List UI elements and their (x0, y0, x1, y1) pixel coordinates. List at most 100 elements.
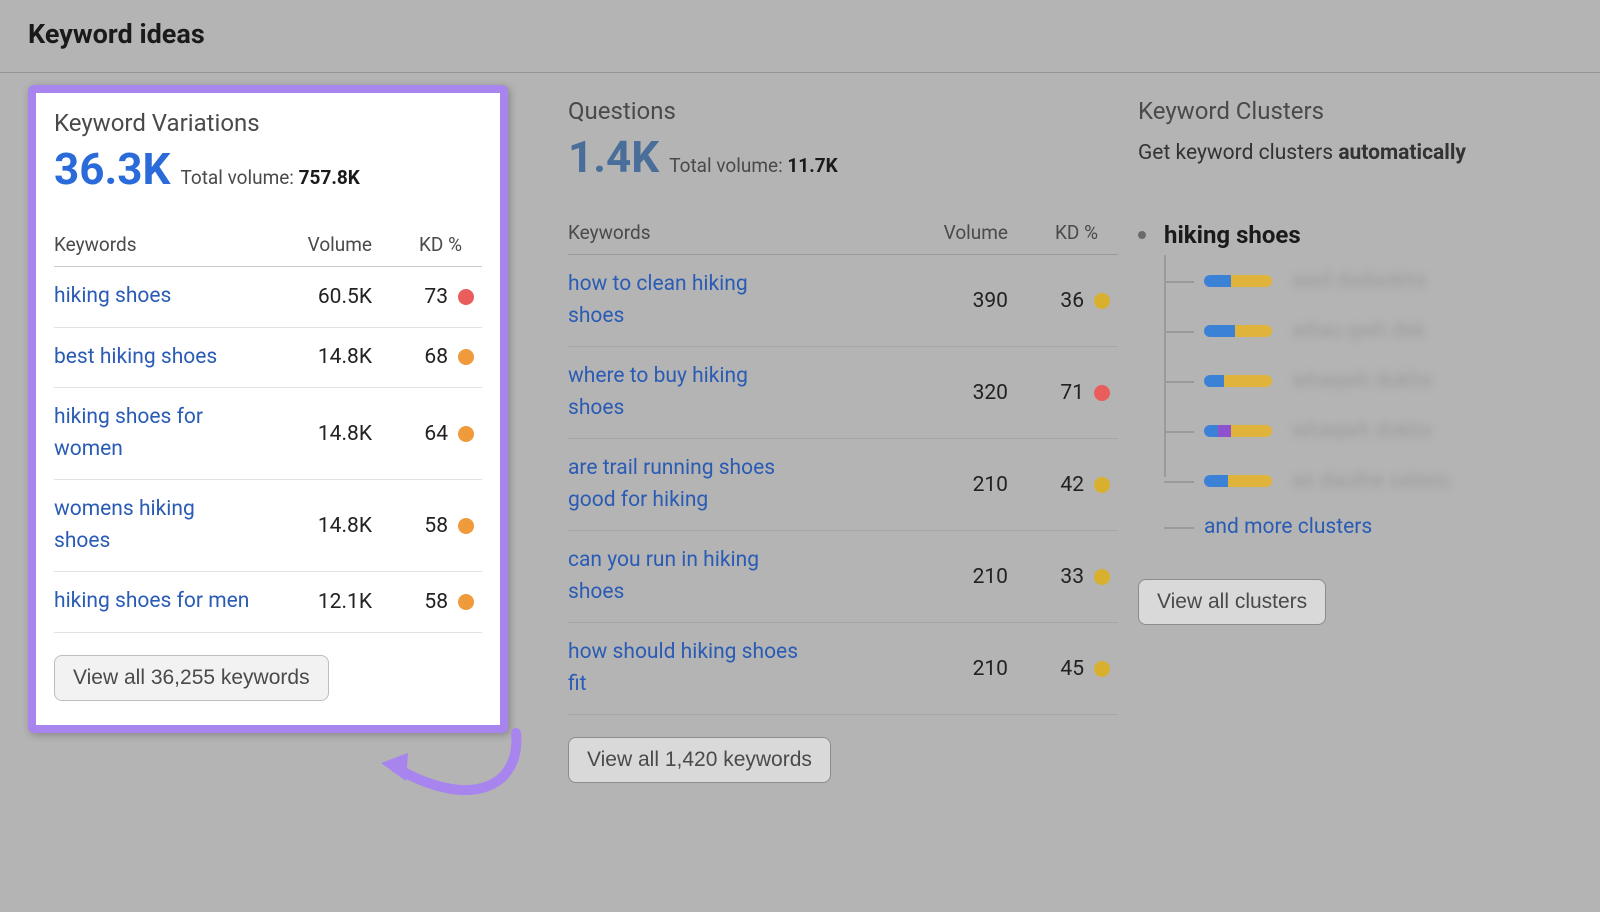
kd-value: 58 (372, 514, 482, 538)
keyword-variations-panel: Keyword Variations 36.3K Total volume: 7… (28, 97, 558, 783)
table-row: are trail running shoes good for hiking 2… (568, 439, 1118, 531)
cluster-label-blurred: as dauthe salass (1292, 469, 1450, 493)
and-more-clusters-link[interactable]: and more clusters (1204, 515, 1562, 539)
cluster-root: hiking shoes (1138, 221, 1562, 249)
cluster-tree: awd dsdsokhs whau qwh dsk whaqwh dokhs whaq… (1138, 269, 1562, 493)
volume-value: 390 (888, 289, 1008, 313)
questions-table-header: Keywords Volume KD % (568, 183, 1118, 255)
cluster-distribution-bar (1204, 275, 1272, 287)
table-row: best hiking shoes14.8K68 (54, 328, 482, 389)
keyword-link[interactable]: where to buy hiking shoes (568, 361, 808, 424)
kd-value: 68 (372, 345, 482, 369)
difficulty-dot-icon (1094, 661, 1110, 677)
kd-value: 45 (1008, 657, 1118, 681)
table-row: how to clean hiking shoes 39036 (568, 255, 1118, 347)
kd-value: 33 (1008, 565, 1118, 589)
cluster-item[interactable]: awd dsdsokhs (1204, 269, 1562, 293)
volume-value: 14.8K (252, 514, 372, 538)
volume-value: 60.5K (252, 285, 372, 309)
keyword-link[interactable]: are trail running shoes good for hiking (568, 453, 808, 516)
kd-value: 71 (1008, 381, 1118, 405)
volume-value: 210 (888, 565, 1008, 589)
col-kd: KD % (372, 233, 482, 256)
difficulty-dot-icon (1094, 477, 1110, 493)
view-all-variations-button[interactable]: View all 36,255 keywords (54, 655, 329, 701)
cluster-item[interactable]: whaqwh dokhs (1204, 419, 1562, 443)
table-row: hiking shoes60.5K73 (54, 267, 482, 328)
variations-table-header: Keywords Volume KD % (54, 195, 482, 267)
volume-value: 14.8K (252, 422, 372, 446)
page-title: Keyword ideas (28, 0, 1572, 72)
total-volume-prefix: Total volume: (669, 154, 782, 177)
clusters-panel: Keyword Clusters Get keyword clusters au… (1128, 97, 1572, 783)
kd-value: 64 (372, 422, 482, 446)
difficulty-dot-icon (458, 349, 474, 365)
col-keywords: Keywords (568, 221, 888, 244)
keyword-link[interactable]: womens hiking shoes (54, 494, 252, 557)
clusters-sub-pre: Get keyword clusters (1138, 141, 1338, 165)
cluster-item[interactable]: whaqwh dokhs (1204, 369, 1562, 393)
col-volume: Volume (888, 221, 1008, 244)
cluster-label-blurred: whaqwh dokhs (1292, 419, 1432, 443)
variations-title: Keyword Variations (54, 109, 482, 137)
cluster-distribution-bar (1204, 375, 1272, 387)
difficulty-dot-icon (458, 518, 474, 534)
cluster-label-blurred: awd dsdsokhs (1292, 269, 1427, 293)
kd-value: 36 (1008, 289, 1118, 313)
cluster-distribution-bar (1204, 475, 1272, 487)
col-keywords: Keywords (54, 233, 252, 256)
col-volume: Volume (252, 233, 372, 256)
kd-value: 73 (372, 285, 482, 309)
cluster-item[interactable]: as dauthe salass (1204, 469, 1562, 493)
volume-value: 12.1K (252, 590, 372, 614)
clusters-sub-bold: automatically (1338, 141, 1466, 165)
variations-rows: hiking shoes60.5K73best hiking shoes14.8… (54, 267, 482, 633)
cluster-label-blurred: whau qwh dsk (1292, 319, 1425, 343)
difficulty-dot-icon (458, 426, 474, 442)
cluster-item[interactable]: whau qwh dsk (1204, 319, 1562, 343)
keyword-link[interactable]: hiking shoes for men (54, 586, 252, 618)
volume-value: 210 (888, 473, 1008, 497)
cluster-distribution-bar (1204, 325, 1272, 337)
volume-value: 14.8K (252, 345, 372, 369)
keyword-link[interactable]: hiking shoes for women (54, 402, 252, 465)
view-all-clusters-button[interactable]: View all clusters (1138, 579, 1326, 625)
questions-total-volume: 11.7K (787, 154, 837, 177)
keyword-link[interactable]: can you run in hiking shoes (568, 545, 808, 608)
kd-value: 58 (372, 590, 482, 614)
table-row: where to buy hiking shoes 32071 (568, 347, 1118, 439)
difficulty-dot-icon (458, 289, 474, 305)
volume-value: 210 (888, 657, 1008, 681)
questions-total-volume-label: Total volume: 11.7K (669, 154, 838, 177)
clusters-title: Keyword Clusters (1138, 97, 1562, 125)
kd-value: 42 (1008, 473, 1118, 497)
questions-title: Questions (568, 97, 1118, 125)
keyword-link[interactable]: how to clean hiking shoes (568, 269, 808, 332)
difficulty-dot-icon (458, 594, 474, 610)
keyword-variations-highlight: Keyword Variations 36.3K Total volume: 7… (28, 85, 508, 733)
questions-rows: how to clean hiking shoes 39036 where to b… (568, 255, 1118, 715)
variations-total-volume-label: Total volume: 757.8K (180, 166, 359, 189)
questions-count: 1.4K (568, 131, 659, 183)
view-all-questions-button[interactable]: View all 1,420 keywords (568, 737, 831, 783)
volume-value: 320 (888, 381, 1008, 405)
difficulty-dot-icon (1094, 385, 1110, 401)
keyword-link[interactable]: how should hiking shoes fit (568, 637, 808, 700)
variations-count: 36.3K (54, 143, 170, 195)
table-row: how should hiking shoes fit 21045 (568, 623, 1118, 715)
table-row: hiking shoes for men12.1K58 (54, 572, 482, 633)
cluster-distribution-bar (1204, 425, 1272, 437)
annotation-arrow-icon (376, 723, 536, 843)
table-row: hiking shoes for women14.8K64 (54, 388, 482, 480)
questions-panel: Questions 1.4K Total volume: 11.7K Keywo… (558, 97, 1128, 783)
total-volume-prefix: Total volume: (180, 166, 293, 189)
difficulty-dot-icon (1094, 569, 1110, 585)
table-row: womens hiking shoes14.8K58 (54, 480, 482, 572)
keyword-link[interactable]: best hiking shoes (54, 342, 252, 374)
clusters-subtitle: Get keyword clusters automatically (1138, 141, 1562, 165)
keyword-link[interactable]: hiking shoes (54, 281, 252, 313)
difficulty-dot-icon (1094, 293, 1110, 309)
table-row: can you run in hiking shoes 21033 (568, 531, 1118, 623)
variations-total-volume: 757.8K (299, 166, 360, 189)
col-kd: KD % (1008, 221, 1118, 244)
